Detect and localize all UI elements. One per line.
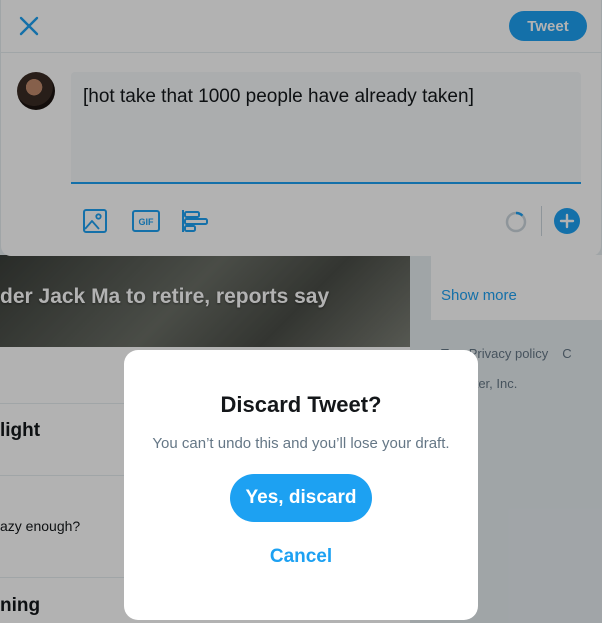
discard-dialog: Discard Tweet? You can’t undo this and y… xyxy=(124,350,478,620)
discard-button[interactable]: Yes, discard xyxy=(230,474,372,522)
dialog-message: You can’t undo this and you’ll lose your… xyxy=(152,435,450,452)
dialog-title: Discard Tweet? xyxy=(220,392,382,417)
cancel-button[interactable]: Cancel xyxy=(251,542,351,572)
